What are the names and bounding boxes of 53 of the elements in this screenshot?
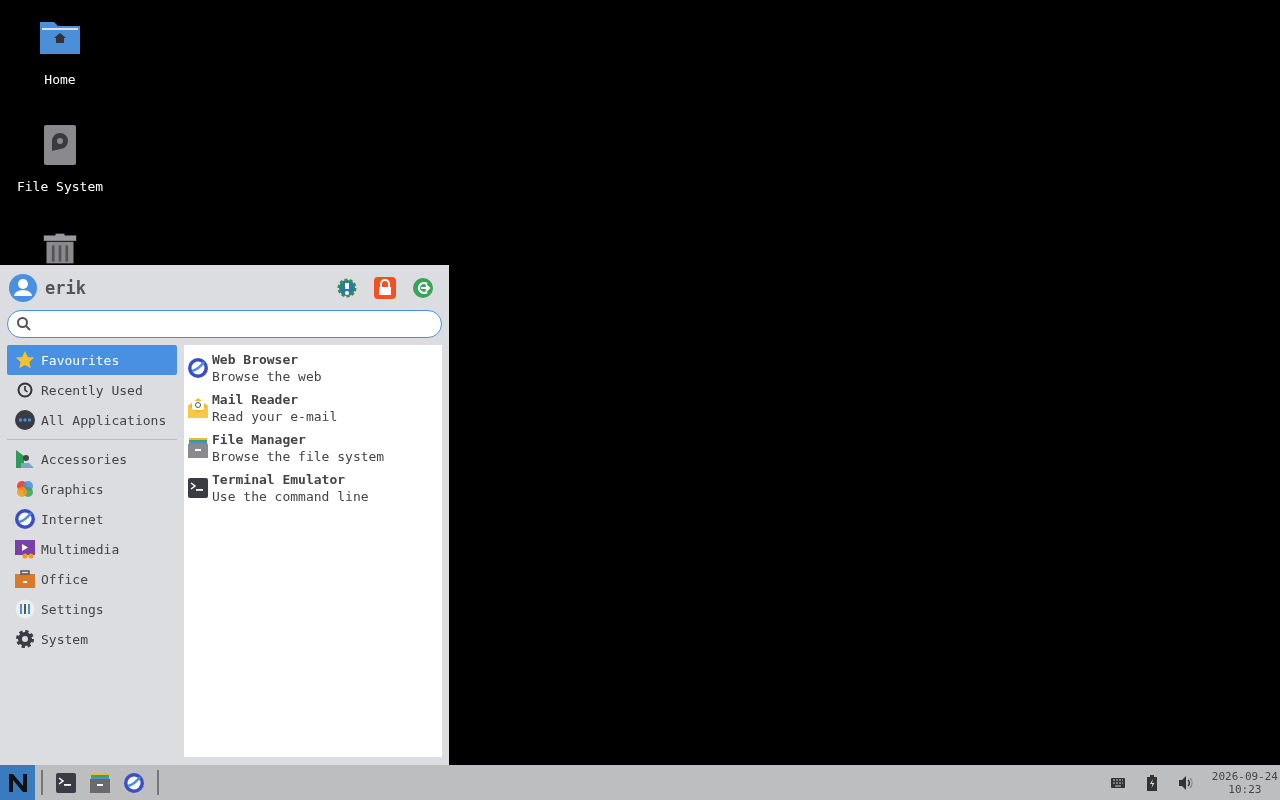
menu-category[interactable]: Recently Used [7,375,177,405]
menu-category[interactable]: System [7,624,177,654]
gear-icon [15,629,35,649]
menu-category[interactable]: Accessories [7,444,177,474]
settings-icon[interactable] [336,276,358,299]
app-name: File Manager [212,431,307,448]
terminal-icon[interactable] [56,772,76,793]
avatar-icon [9,273,37,302]
trash-icon[interactable] [42,232,78,265]
logo-icon [6,771,29,794]
briefcase-icon [15,569,35,589]
desktop-icon-label[interactable]: File System [16,179,104,194]
start-button[interactable] [0,765,35,800]
app-name: Terminal Emulator [212,471,347,488]
clock-time[interactable]: 10:23 [1228,782,1262,796]
file-cabinet-icon[interactable] [90,772,110,793]
clock-icon [15,380,35,400]
menu-category[interactable]: Multimedia [7,534,177,564]
accessories-icon [15,449,35,469]
app-launcher[interactable]: Terminal Emulator Use the command line [184,468,442,508]
globe-icon [188,358,208,378]
terminal-icon [188,478,208,498]
video-icon [15,539,35,559]
app-description: Use the command line [212,488,369,505]
volume-icon[interactable] [1177,774,1194,791]
globe-icon [15,509,35,529]
app-launcher[interactable]: Mail Reader Read your e-mail [184,388,442,428]
app-launcher[interactable]: Web Browser Browse the web [184,348,442,388]
app-description: Browse the web [212,368,322,385]
user-name: erik [45,277,86,298]
lock-icon[interactable] [374,276,396,299]
app-name: Mail Reader [212,391,300,408]
search-icon [16,316,32,332]
globe-icon[interactable] [124,772,144,793]
logout-icon[interactable] [412,276,434,299]
sliders-icon [15,599,35,619]
app-description: Read your e-mail [212,408,338,425]
file-cabinet-icon [188,438,208,458]
envelope-icon [188,398,208,418]
menu-category[interactable]: All Applications [7,405,177,435]
star-icon [15,350,35,370]
menu-category[interactable]: Internet [7,504,177,534]
menu-category[interactable]: Office [7,564,177,594]
menu-category[interactable]: Graphics [7,474,177,504]
app-launcher[interactable]: File Manager Browse the file system [184,428,442,468]
color-wheel-icon [15,479,35,499]
app-description: Browse the file system [212,448,385,465]
menu-category[interactable]: Settings [7,594,177,624]
app-name: Web Browser [212,351,300,368]
more-icon [15,410,35,430]
desktop-icon-label[interactable]: Home [44,72,76,87]
clock-date[interactable]: 2026-09-24 [1211,769,1278,783]
search-field[interactable] [7,310,442,338]
